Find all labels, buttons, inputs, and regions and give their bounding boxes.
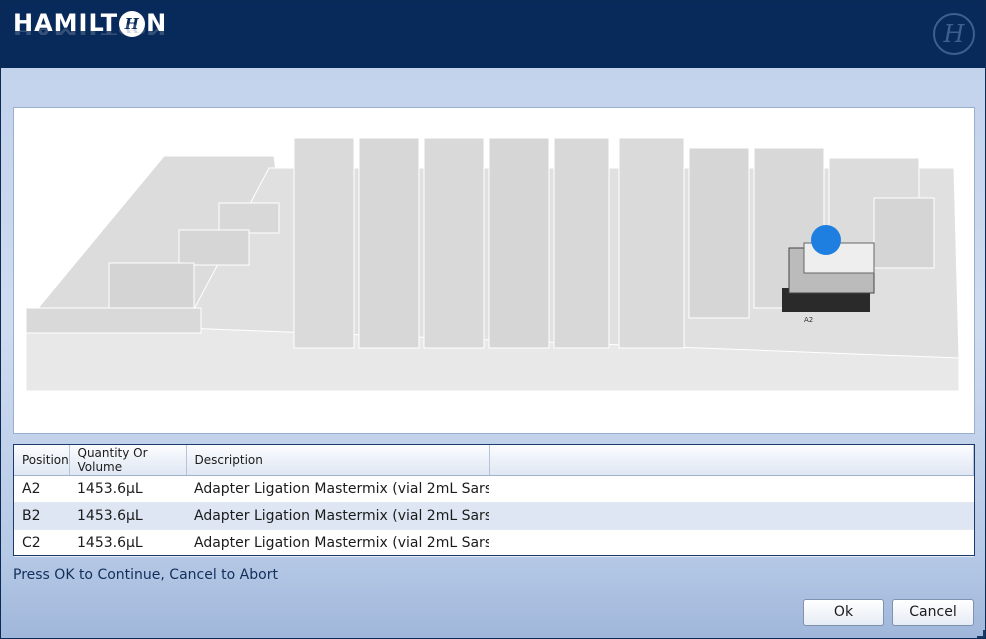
logo-reflection: HAMILT H N bbox=[13, 24, 168, 37]
plate-column-5 bbox=[553, 137, 610, 349]
cell-position: A2 bbox=[22, 480, 41, 497]
plate-column-6 bbox=[618, 137, 685, 349]
table-row[interactable]: C2 1453.6µL Adapter Ligation Mastermix (… bbox=[14, 529, 974, 556]
carrier-left-2 bbox=[178, 229, 250, 266]
plate-column-1 bbox=[293, 137, 355, 349]
prompt-text: Press OK to Continue, Cancel to Abort bbox=[13, 567, 278, 583]
plate-column-7 bbox=[688, 147, 750, 319]
carrier-label: A2 bbox=[804, 316, 813, 324]
table-header-row: Position Quantity Or Volume Description bbox=[14, 445, 974, 476]
carrier-left-3 bbox=[108, 262, 195, 309]
plate-column-2 bbox=[358, 137, 420, 349]
cancel-button[interactable]: Cancel bbox=[892, 599, 974, 626]
resize-grip-icon[interactable] bbox=[977, 630, 985, 638]
cell-empty bbox=[489, 529, 974, 556]
deck-layout-graphic: A2 bbox=[25, 137, 961, 392]
dialog-window: HAMILTHN HAMILTHN H bbox=[0, 0, 986, 639]
table-row[interactable]: A2 1453.6µL Adapter Ligation Mastermix (… bbox=[14, 475, 974, 502]
column-header-description[interactable]: Description bbox=[186, 445, 490, 476]
column-header-filler bbox=[489, 445, 974, 476]
plate-column-4 bbox=[488, 137, 550, 349]
cell-position: B2 bbox=[14, 502, 69, 529]
plate-column-10 bbox=[873, 197, 935, 269]
cell-volume: 1453.6µL bbox=[69, 502, 186, 529]
plate-column-3 bbox=[423, 137, 485, 349]
cell-empty bbox=[489, 502, 974, 529]
column-header-quantity[interactable]: Quantity Or Volume bbox=[69, 445, 187, 476]
dialog-content: A2 Position Quantity Or Volume Descripti… bbox=[1, 68, 985, 638]
deck-layout-view: A2 bbox=[13, 107, 975, 434]
hamilton-emblem-icon: H bbox=[933, 13, 975, 55]
cell-volume: 1453.6µL bbox=[77, 534, 143, 551]
carrier-left-1 bbox=[218, 202, 280, 234]
highlight-marker-icon bbox=[811, 225, 841, 255]
ok-button[interactable]: Ok bbox=[803, 599, 884, 626]
table-row[interactable]: B2 1453.6µL Adapter Ligation Mastermix (… bbox=[14, 502, 974, 529]
reagent-table: Position Quantity Or Volume Description … bbox=[14, 445, 974, 557]
cell-description: Adapter Ligation Mastermix (vial 2mL Sar… bbox=[194, 480, 489, 497]
cell-position: C2 bbox=[22, 534, 41, 551]
header-bar: HAMILTHN HAMILTHN H bbox=[1, 1, 985, 68]
cell-description: Adapter Ligation Mastermix (vial 2mL Sar… bbox=[186, 502, 489, 529]
cell-empty bbox=[489, 475, 974, 502]
cell-volume: 1453.6µL bbox=[77, 480, 143, 497]
cell-description: Adapter Ligation Mastermix (vial 2mL Sar… bbox=[194, 534, 489, 551]
reagent-grid: Position Quantity Or Volume Description … bbox=[13, 444, 975, 556]
carrier-left-4 bbox=[25, 307, 202, 334]
column-header-position[interactable]: Position bbox=[14, 445, 70, 476]
